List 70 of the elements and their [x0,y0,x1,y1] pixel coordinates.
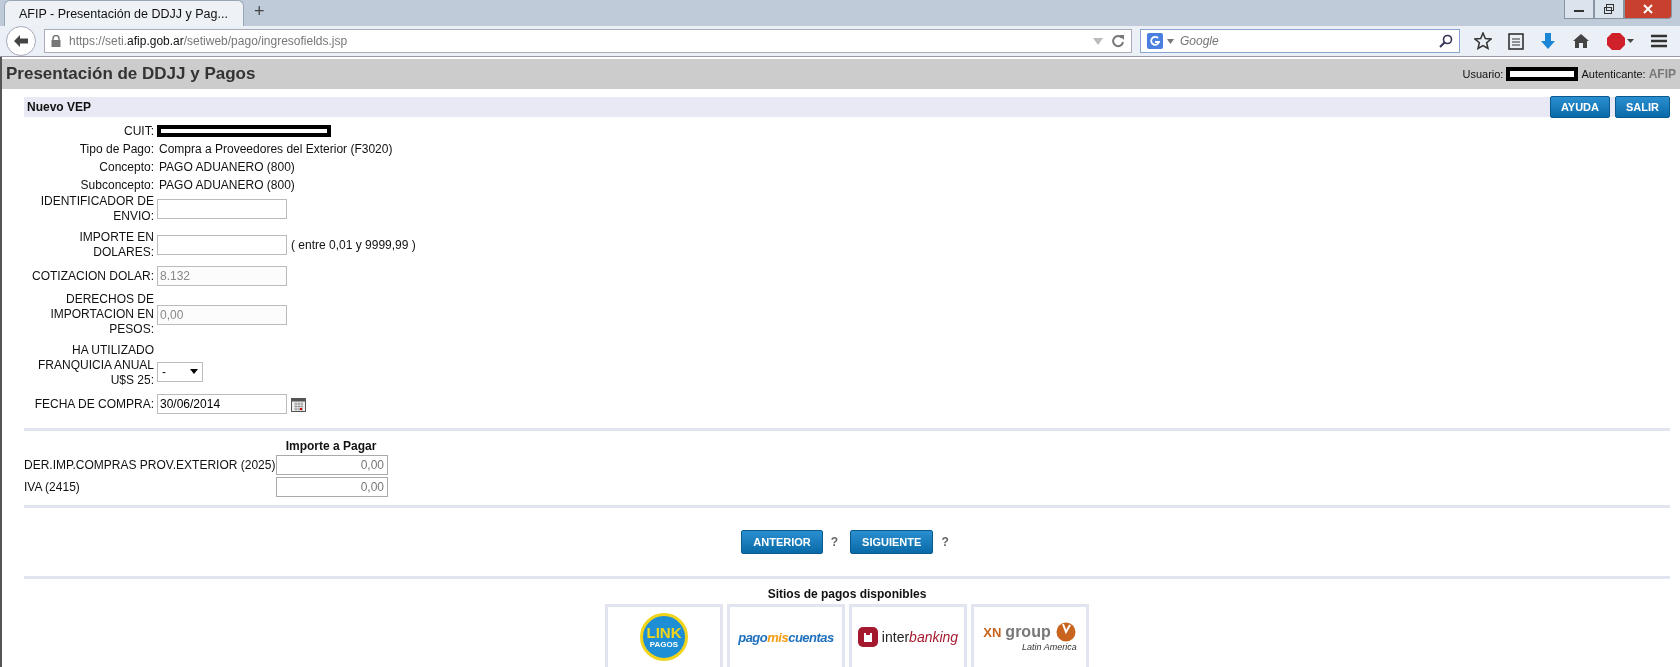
star-icon[interactable] [1474,32,1492,50]
pagomiscuentas-logo: pagomiscuentas [738,629,834,645]
back-arrow-icon [13,34,29,48]
field-label: IMPORTE EN DOLARES: [78,230,155,260]
lock-icon [51,35,61,47]
help-link[interactable]: ? [941,535,949,549]
user-label: Usuario: [1462,68,1504,80]
amount-field[interactable]: 0,00 [276,477,388,497]
nav-button[interactable]: SIGUIENTE [850,530,934,554]
browser-tab[interactable]: AFIP - Presentación de DDJJ y Pag... [4,0,244,26]
nav-button[interactable]: ANTERIOR [741,530,823,554]
tax-label: IVA (2415) [24,480,81,494]
auth-value: AFIP [1648,67,1676,81]
field-label: DERECHOS DE IMPORTACION EN PESOS: [49,292,155,337]
input-field[interactable] [157,235,287,255]
tax-label: DER.IMP.COMPRAS PROV.EXTERIOR (2025) [24,458,276,472]
restore-icon [1603,4,1615,14]
field-label: Concepto: [98,159,155,175]
header-button[interactable]: AYUDA [1549,96,1610,118]
url-text: https://seti.afip.gob.ar/setiweb/pago/ingresofields.jsp [69,34,348,48]
xn-group-logo: XN group Latin America [983,622,1077,652]
clipboard-icon[interactable] [1508,32,1524,50]
minimize-button[interactable] [1564,0,1594,19]
home-icon[interactable] [1572,33,1590,49]
field-label: CUIT: [123,123,155,139]
search-field[interactable]: Google [1140,29,1460,53]
range-hint: ( entre 0,01 y 9999,99 ) [291,238,416,252]
menu-icon[interactable] [1650,33,1668,49]
field-value: PAGO ADUANERO (800) [158,178,295,192]
calendar-icon[interactable] [291,396,306,412]
amount-field[interactable]: 0,00 [276,455,388,475]
select-dropdown[interactable]: - [157,361,203,382]
google-icon [1147,33,1163,49]
payment-site-card[interactable]: LINK PAGOS [605,604,723,667]
field-label: Tipo de Pago: [78,141,155,157]
reload-icon[interactable] [1111,34,1125,48]
column-header: Importe a Pagar [284,439,378,453]
field-label: FECHA DE COMPRA: [33,396,155,412]
field-value: Compra a Proveedores del Exterior (F3020) [158,142,393,156]
stop-sign-icon[interactable] [1606,32,1634,50]
back-button[interactable] [6,26,36,56]
bank-icon [857,627,878,647]
section-title: Nuevo VEP [27,100,92,114]
search-input[interactable]: Google [1178,33,1435,49]
auth-label: Autenticante: [1581,68,1646,80]
caret-icon [190,369,198,374]
interbanking-logo: interbanking [881,629,959,645]
field-value: PAGO ADUANERO (800) [158,160,295,174]
sites-title: Sitios de pagos disponibles [767,587,927,601]
input-field[interactable]: 30/06/2014 [157,394,287,414]
field-label: IDENTIFICADOR DE ENVIO: [39,194,155,224]
new-tab-button[interactable]: + [254,1,265,22]
close-icon [1642,4,1654,14]
page-title: Presentación de DDJJ y Pagos [6,64,256,84]
field-label: COTIZACION DOLAR: [31,268,155,284]
close-button[interactable] [1624,0,1672,19]
field-label: Subconcepto: [79,177,155,193]
input-field[interactable] [157,199,287,219]
payment-site-card[interactable]: XN group Latin America [971,604,1089,667]
header-button[interactable]: SALIR [1615,96,1670,118]
field-label: HA UTILIZADO FRANQUICIA ANUAL U$S 25: [36,343,155,388]
payment-site-card[interactable]: interbanking [849,604,967,667]
payment-site-card[interactable]: pagomiscuentas [727,604,845,667]
help-link[interactable]: ? [830,535,839,549]
restore-button[interactable] [1594,0,1624,19]
address-bar[interactable]: https://seti.afip.gob.ar/setiweb/pago/ingresofields.jsp [44,29,1132,53]
download-icon[interactable] [1540,32,1556,50]
caret-icon [1167,38,1174,44]
search-icon[interactable] [1439,34,1453,48]
link-logo: LINK PAGOS [640,613,688,661]
